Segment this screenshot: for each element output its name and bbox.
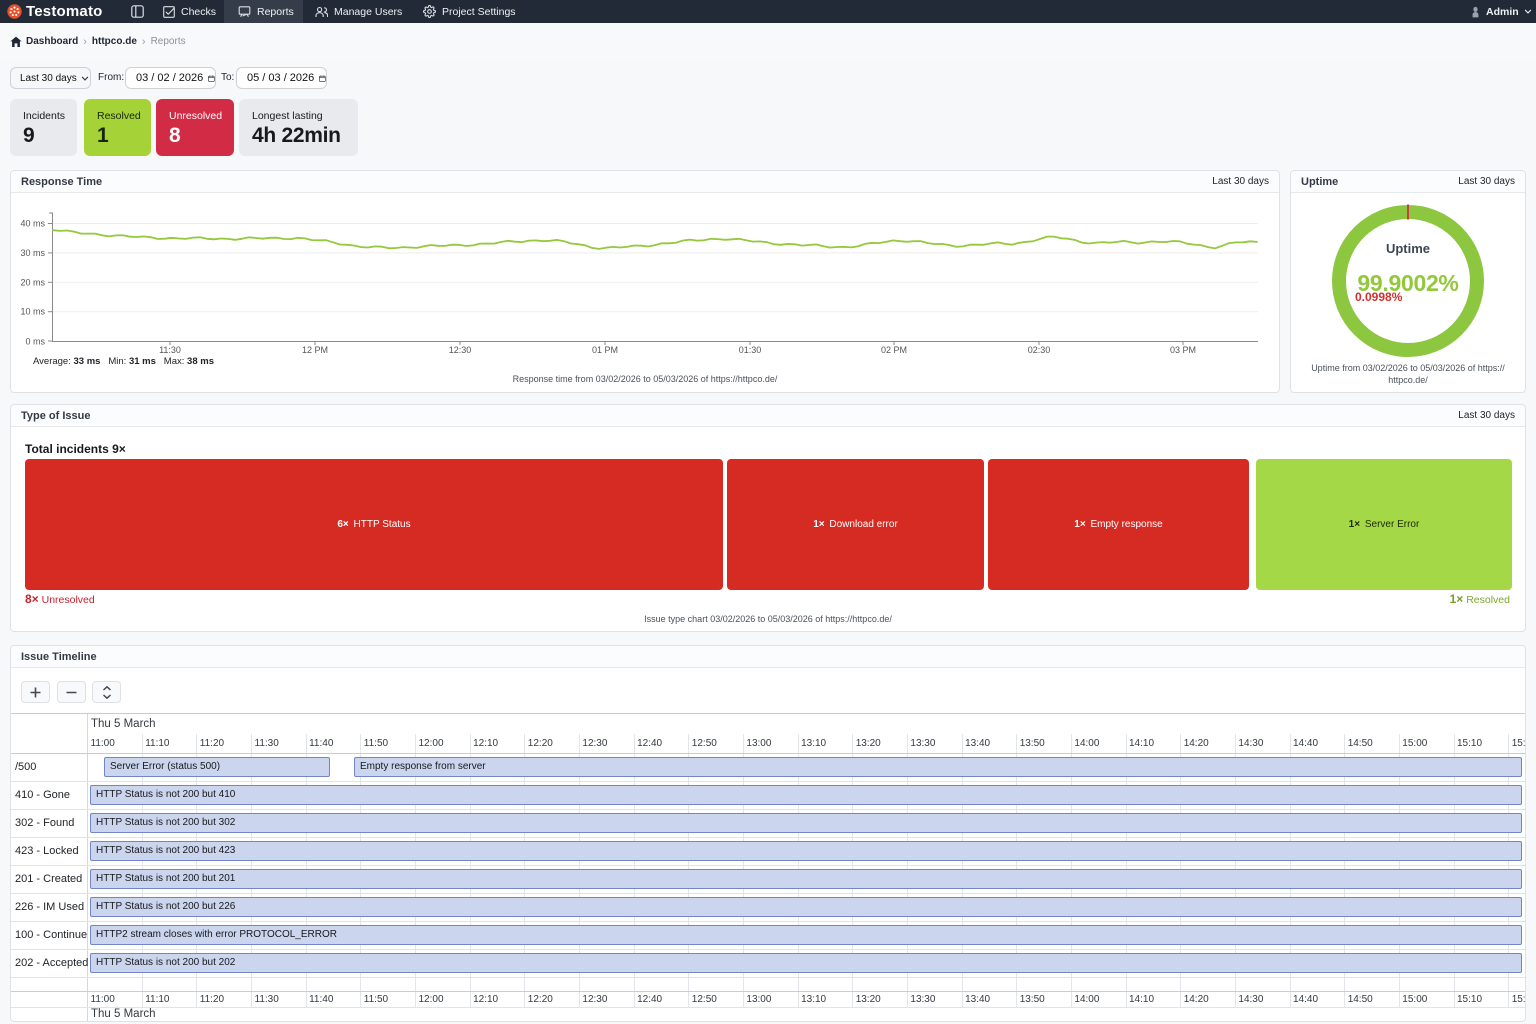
svg-text:01:30: 01:30 (739, 345, 762, 355)
svg-text:11:30: 11:30 (159, 345, 181, 355)
svg-text:10 ms: 10 ms (20, 307, 45, 317)
svg-text:20 ms: 20 ms (20, 277, 45, 287)
svg-text:03 PM: 03 PM (1170, 345, 1196, 355)
svg-text:40 ms: 40 ms (20, 219, 45, 229)
svg-text:0 ms: 0 ms (25, 337, 45, 347)
svg-text:12 PM: 12 PM (302, 345, 328, 355)
svg-text:02 PM: 02 PM (881, 345, 907, 355)
svg-text:12:30: 12:30 (449, 345, 472, 355)
svg-text:02:30: 02:30 (1028, 345, 1051, 355)
svg-text:01 PM: 01 PM (592, 345, 618, 355)
svg-text:30 ms: 30 ms (20, 248, 45, 258)
